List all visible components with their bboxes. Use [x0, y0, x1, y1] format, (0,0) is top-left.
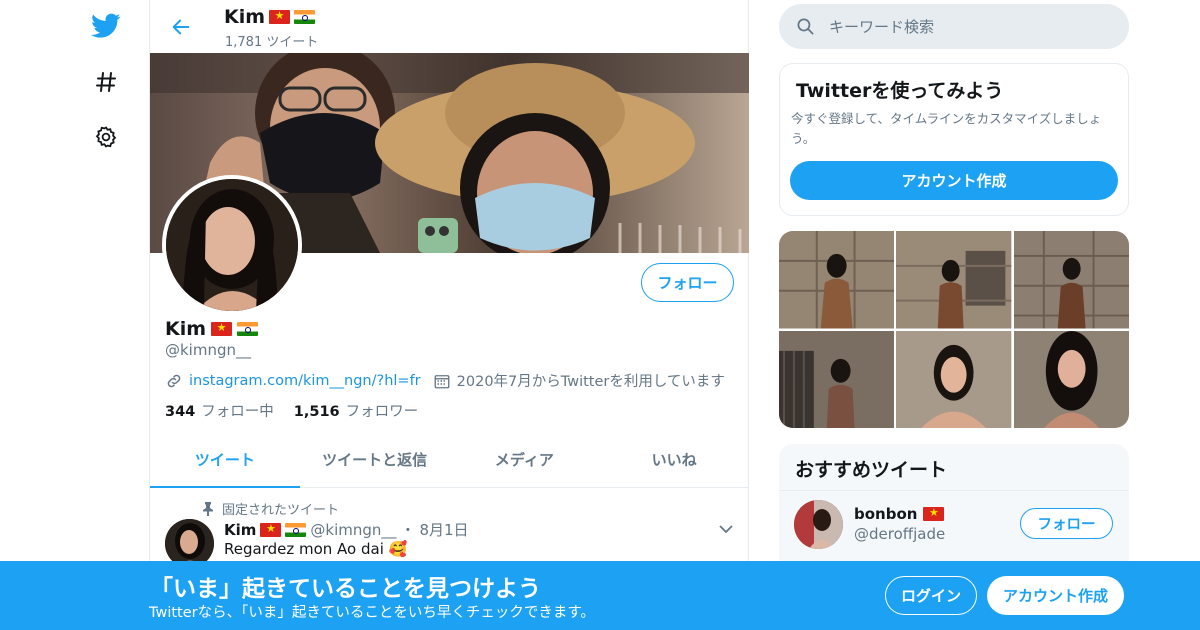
header-name: Kim — [224, 6, 316, 28]
profile-tabs: ツイート ツイートと返信 メディア いいね — [150, 434, 749, 488]
follow-stats: 344 フォロー中 1,516 フォロワー — [165, 400, 418, 421]
search-icon — [797, 18, 814, 35]
tweet-header: Kim @kimngn__ ・ 8月1日 — [224, 519, 469, 540]
divider — [779, 490, 1129, 491]
profile-name: Kim — [165, 318, 259, 340]
left-nav — [80, 0, 132, 630]
profile-header: Kim 1,781 ツイート — [150, 0, 749, 53]
media-thumbnail[interactable] — [779, 231, 895, 329]
media-thumbnail[interactable] — [896, 231, 1012, 329]
link-icon — [167, 374, 181, 387]
joined-date: 2020年7月からTwitterを利用しています — [456, 374, 725, 390]
create-account-button[interactable]: アカウント作成 — [790, 161, 1118, 200]
profile-link[interactable]: instagram.com/kim__ngn/?hl=fr — [189, 373, 421, 389]
followers-count: 1,516 — [293, 404, 340, 420]
signup-card-title: Twitterを使ってみよう — [796, 80, 1004, 102]
followers-label: フォロワー — [345, 404, 419, 420]
profile-avatar[interactable] — [162, 175, 302, 315]
tweet-handle: @kimngn__ — [310, 520, 397, 539]
signup-card-description: 今すぐ登録して、タイムラインをカスタマイズしましょう。 — [791, 111, 1102, 146]
following-stat[interactable]: 344 フォロー中 — [165, 400, 274, 421]
banner-title: 「いま」起きていることを見つけよう — [150, 576, 541, 602]
profile-column: Kim 1,781 ツイート — [149, 0, 749, 630]
calendar-icon — [434, 374, 450, 388]
twitter-bird-icon[interactable] — [86, 6, 126, 46]
profile-handle: @kimngn__ — [165, 341, 252, 359]
signup-card: Twitterを使ってみよう 今すぐ登録して、タイムラインをカスタマイズしましょ… — [779, 63, 1129, 216]
vietnam-flag-icon — [211, 320, 233, 336]
follow-button[interactable]: フォロー — [1020, 508, 1113, 539]
chevron-down-icon[interactable] — [718, 521, 734, 541]
tweet-text: Regardez mon Ao dai 🥰 — [224, 540, 408, 558]
signup-button[interactable]: アカウント作成 — [987, 576, 1124, 615]
gear-icon[interactable] — [86, 117, 126, 157]
followers-stat[interactable]: 1,516 フォロワー — [294, 400, 418, 421]
recommended-user-handle: @deroffjade — [854, 525, 946, 543]
header-name-text: Kim — [224, 6, 266, 28]
tab-likes[interactable]: いいね — [599, 434, 749, 487]
tab-tweets[interactable]: ツイート — [150, 434, 300, 488]
recommended-user-name: bonbon — [854, 505, 945, 523]
pinned-label: 固定されたツイート — [222, 503, 340, 518]
recommended-user-name-text[interactable]: bonbon — [854, 505, 917, 523]
banner-subtitle: Twitterなら、「いま」起きていることをいち早くチェックできます。 — [149, 605, 595, 621]
following-count: 344 — [165, 404, 196, 420]
pin-icon — [203, 501, 213, 516]
signup-banner: 「いま」起きていることを見つけよう Twitterなら、「いま」起きていることを… — [0, 561, 1200, 630]
tab-tweets-and-replies[interactable]: ツイートと返信 — [300, 434, 450, 487]
india-flag-icon — [237, 322, 259, 336]
search-input[interactable] — [829, 4, 1109, 49]
vietnam-flag-icon — [260, 521, 282, 537]
india-flag-icon — [294, 10, 316, 24]
tweet-author[interactable]: Kim — [224, 521, 256, 539]
media-thumbnail[interactable] — [1013, 330, 1129, 428]
media-thumbnail[interactable] — [896, 330, 1012, 428]
login-button[interactable]: ログイン — [885, 576, 977, 615]
following-label: フォロー中 — [201, 404, 274, 420]
media-grid — [779, 231, 1129, 428]
recommended-title: おすすめツイート — [795, 459, 948, 481]
media-thumbnail[interactable] — [779, 330, 895, 428]
profile-name-text: Kim — [165, 318, 207, 340]
search-box — [779, 4, 1129, 49]
profile-meta: instagram.com/kim__ngn/?hl=fr 2020年7月からT… — [165, 370, 725, 391]
tweet-date[interactable]: 8月1日 — [419, 519, 468, 540]
hashtag-icon[interactable] — [86, 62, 126, 102]
tweet-separator: ・ — [400, 521, 416, 539]
tweet-count: 1,781 ツイート — [225, 35, 319, 50]
tab-media[interactable]: メディア — [450, 434, 600, 487]
avatar[interactable] — [794, 500, 843, 549]
india-flag-icon — [285, 522, 307, 537]
vietnam-flag-icon — [269, 8, 291, 24]
pinned-indicator: 固定されたツイート — [202, 499, 339, 518]
media-thumbnail[interactable] — [1013, 231, 1129, 329]
vietnam-flag-icon — [923, 505, 945, 521]
back-arrow-icon[interactable] — [164, 10, 198, 44]
follow-button[interactable]: フォロー — [641, 263, 734, 302]
